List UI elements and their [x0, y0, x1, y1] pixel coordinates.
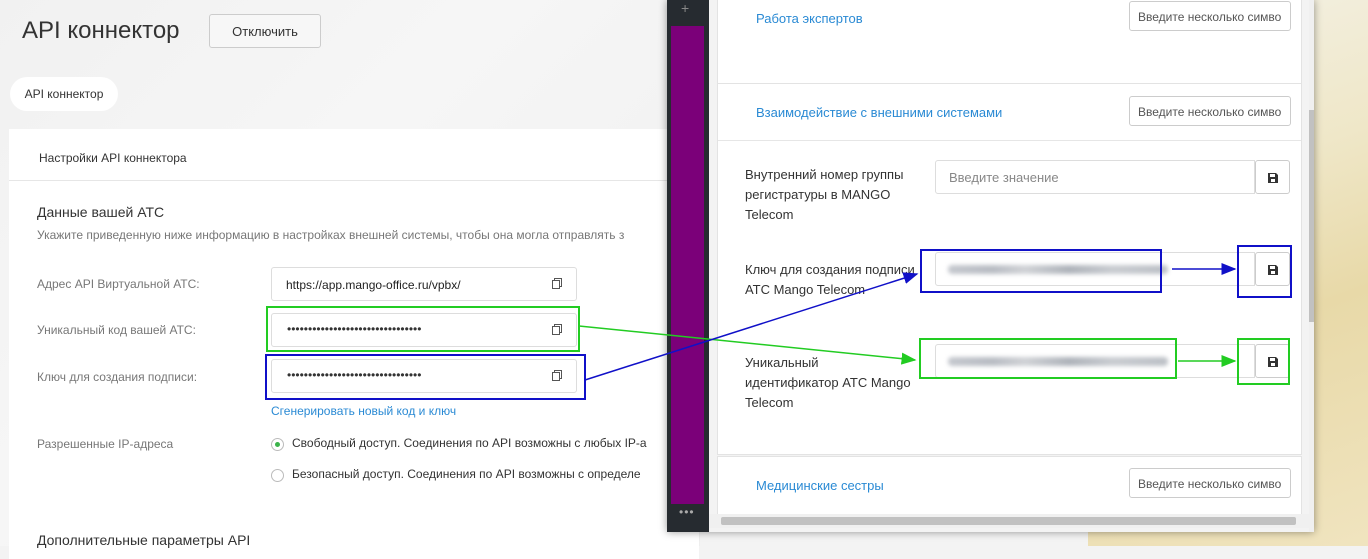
annotation-arrow — [584, 272, 919, 381]
annotation-box — [266, 306, 580, 352]
annotation-box — [1237, 245, 1292, 298]
annotation-box — [265, 354, 586, 400]
annotation-overlay — [265, 245, 1292, 400]
annotation-box — [919, 338, 1177, 379]
annotation-box — [1237, 338, 1290, 385]
annotation-arrow — [578, 325, 917, 365]
annotation-box — [920, 249, 1162, 293]
